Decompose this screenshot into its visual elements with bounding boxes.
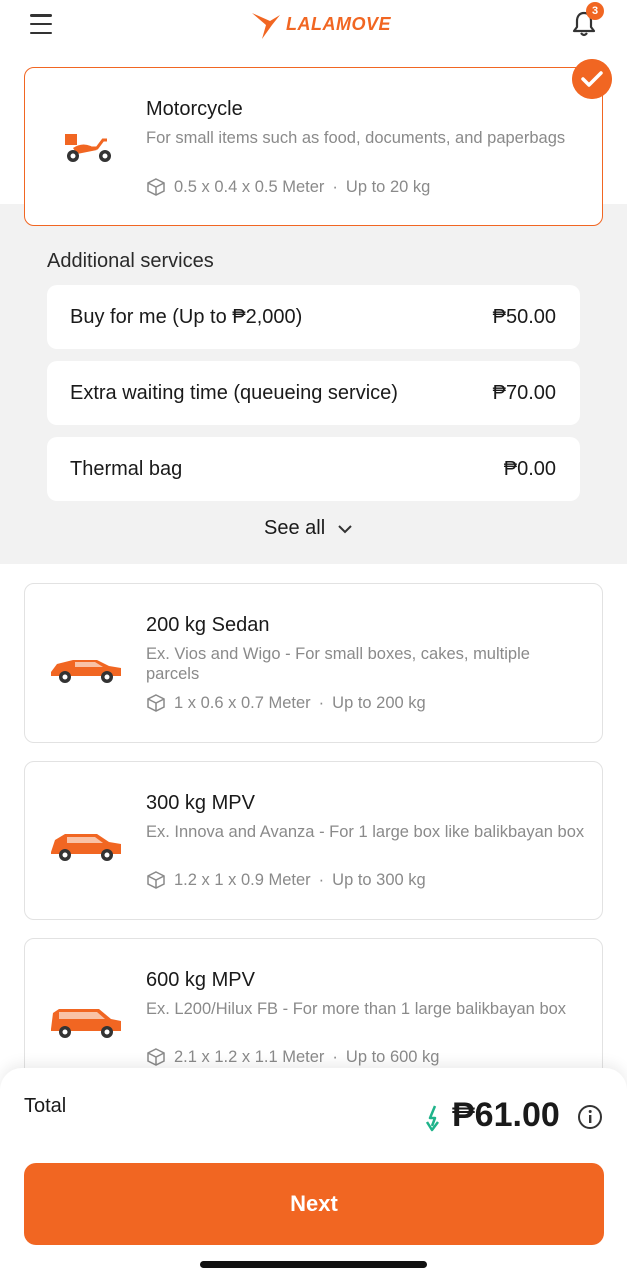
service-label: Buy for me (Up to ₱2,000) [70, 306, 303, 328]
vehicle-dimensions: 1.2 x 1 x 0.9 Meter [174, 870, 311, 889]
box-icon [147, 871, 165, 889]
service-row-extra-waiting[interactable]: Extra waiting time (queueing service) ₱7… [47, 361, 580, 425]
info-icon[interactable] [577, 1104, 603, 1130]
vehicle-spec: 2.1 x 1.2 x 1.1 Meter · Up to 600 kg [146, 1047, 439, 1067]
vehicle-capacity: Up to 20 kg [345, 177, 431, 196]
home-indicator [200, 1261, 427, 1268]
box-icon [147, 694, 165, 712]
spec-separator: · [318, 870, 325, 889]
selected-check-icon [572, 59, 612, 99]
vehicle-dimensions: 0.5 x 0.4 x 0.5 Meter [174, 177, 325, 196]
motorcycle-icon [65, 134, 111, 162]
sedan-icon [51, 660, 121, 683]
vehicle-spec: 1 x 0.6 x 0.7 Meter · Up to 200 kg [146, 693, 426, 713]
vehicle-name: 600 kg MPV [146, 969, 255, 991]
service-row-thermal-bag[interactable]: Thermal bag ₱0.00 [47, 437, 580, 501]
vehicle-name: 200 kg Sedan [146, 614, 270, 636]
service-row-buy-for-me[interactable]: Buy for me (Up to ₱2,000) ₱50.00 [47, 285, 580, 349]
box-icon [147, 178, 165, 196]
vehicle-dimensions: 1 x 0.6 x 0.7 Meter [174, 693, 311, 712]
vehicle-capacity: Up to 200 kg [332, 693, 426, 712]
vehicle-description: Ex. Vios and Wigo - For small boxes, cak… [146, 645, 530, 683]
total-amount: ₱61.00 [452, 1096, 560, 1134]
see-all-button[interactable]: See all [264, 517, 353, 540]
vehicle-dimensions: 2.1 x 1.2 x 1.1 Meter [174, 1047, 325, 1066]
service-label: Thermal bag [70, 458, 183, 480]
service-price: ₱50.00 [492, 306, 556, 328]
spec-separator: · [332, 1047, 338, 1066]
menu-icon[interactable] [30, 14, 52, 34]
vehicle-capacity: Up to 300 kg [332, 870, 426, 889]
spec-separator: · [332, 177, 338, 196]
vehicle-spec: 0.5 x 0.4 x 0.5 Meter · Up to 20 kg [146, 177, 430, 197]
vehicle-description: Ex. Innova and Avanza - For 1 large box … [146, 823, 585, 841]
vehicle-description: For small items such as food, documents,… [146, 129, 566, 147]
vehicle-capacity: Up to 600 kg [345, 1047, 440, 1066]
vehicle-description: Ex. L200/Hilux FB - For more than 1 larg… [146, 1000, 567, 1018]
next-button[interactable]: Next [24, 1163, 604, 1245]
vehicle-card-sedan[interactable]: 200 kg Sedan Ex. Vios and Wigo - For sma… [24, 583, 603, 743]
chevron-down-icon [338, 524, 352, 533]
service-label: Extra waiting time (queueing service) [70, 382, 398, 404]
large-mpv-icon [51, 1009, 121, 1038]
notification-badge: 3 [586, 2, 604, 20]
see-all-label: See all [264, 517, 326, 539]
box-icon [147, 1048, 165, 1066]
total-label: Total [24, 1095, 67, 1117]
vehicle-card-motorcycle[interactable]: Motorcycle For small items such as food,… [24, 67, 603, 226]
lalamove-logo: LALAMOVE [250, 6, 391, 42]
additional-services-title: Additional services [47, 250, 214, 272]
vehicle-spec: 1.2 x 1 x 0.9 Meter · Up to 300 kg [146, 870, 426, 890]
mpv-icon [51, 834, 121, 861]
service-price: ₱70.00 [492, 382, 556, 404]
vehicle-card-mpv-600[interactable]: 600 kg MPV Ex. L200/Hilux FB - For more … [24, 938, 603, 1088]
brand-name: LALAMOVE [286, 13, 391, 34]
price-drop-arrow-icon [425, 1105, 439, 1132]
vehicle-name: Motorcycle [146, 98, 243, 120]
vehicle-card-mpv-300[interactable]: 300 kg MPV Ex. Innova and Avanza - For 1… [24, 761, 603, 920]
app-header: LALAMOVE 3 [0, 0, 627, 52]
lalamove-bird-icon [252, 13, 280, 39]
vehicle-name: 300 kg MPV [146, 792, 255, 814]
service-price: ₱0.00 [503, 458, 556, 480]
spec-separator: · [318, 693, 325, 712]
